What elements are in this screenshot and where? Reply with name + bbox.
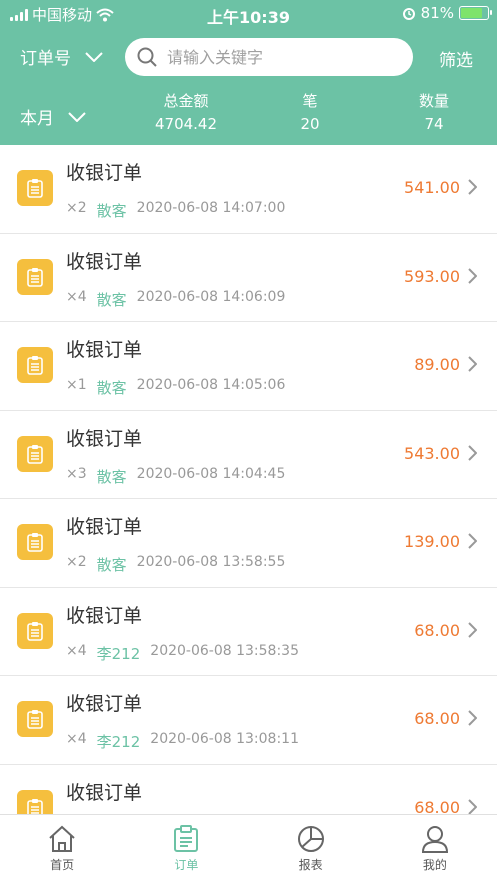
stat-total-amount: 总金额 4704.42 [136,90,236,133]
status-bar: 中国移动 上午10:39 81% [0,0,497,28]
order-amount: 541.00 [404,178,460,197]
order-datetime: 2020-06-08 13:58:35 [150,642,299,659]
order-amount: 593.00 [404,266,460,286]
order-qty: ×4 [66,642,87,659]
order-row[interactable]: 收银订单 ×2 散客 2020-06-08 14:07:00 541.00 [0,145,497,234]
tab-label: 我的 [422,858,447,872]
order-datetime: 2020-06-08 13:08:11 [150,731,299,747]
tab-home[interactable]: 首页 [0,815,124,883]
tab-label: 首页 [50,858,75,872]
stat-value: 4704.42 [154,115,218,133]
battery-percent: 81% [420,4,454,22]
order-datetime: 2020-06-08 14:05:06 [136,377,286,393]
stat-value: 74 [424,115,444,133]
stat-value: 20 [300,115,320,133]
order-datetime: 2020-06-08 14:06:09 [136,288,286,305]
order-title: 收银订单 [66,162,143,184]
stat-label: 总金额 [163,92,209,110]
order-row[interactable]: 收银订单 ×4 李212 2020-06-08 13:58:35 68.00 [0,587,497,676]
order-row[interactable]: 收银订单 ×2 散客 2020-06-08 13:58:55 139.00 [0,499,497,588]
order-title: 收银订单 [66,339,143,361]
chevron-right-icon [468,267,477,284]
order-title: 收银订单 [66,604,143,627]
order-amount: 89.00 [414,355,460,374]
order-qty: ×3 [66,465,87,482]
order-type-select[interactable]: 订单号 [20,44,103,69]
order-qty: ×2 [66,200,87,216]
chevron-right-icon [468,179,477,195]
search-input[interactable] [167,47,387,67]
header: 中国移动 上午10:39 81% 订单号 请输入关键字 筛选 本月 总金额 47… [0,0,497,145]
order-row[interactable]: 收银订单 ×3 散客 2020-06-08 14:04:45 543.00 [0,410,497,499]
chevron-right-icon [468,356,477,372]
chevron-right-icon [468,533,477,549]
order-title: 收银订单 [66,427,143,450]
stat-count: 笔 20 [270,90,350,133]
clipboard-icon [17,258,53,295]
order-customer: 散客 [96,379,127,397]
chevron-right-icon [468,444,477,461]
tab-orders[interactable]: 订单 [124,815,248,883]
period-select[interactable]: 本月 [20,104,86,129]
stat-label: 数量 [418,92,449,110]
order-row[interactable]: 收银订单 ×4 李212 2020-06-08 13:08:11 68.00 [0,676,497,765]
order-amount: 543.00 [404,443,460,463]
order-customer: 李212 [96,733,141,751]
tab-profile[interactable]: 我的 [373,815,497,883]
alarm-icon [402,8,415,20]
order-row[interactable]: 收银订单 ×1 散客 2020-06-08 14:05:06 89.00 [0,322,497,411]
chevron-right-icon [468,798,477,815]
order-title: 收银订单 [66,693,143,715]
tab-reports[interactable]: 报表 [249,815,373,883]
tab-label: 报表 [298,858,323,872]
home-icon [49,825,75,852]
order-customer: 李212 [96,644,141,663]
stat-label: 笔 [302,92,318,110]
filter-button[interactable]: 筛选 [439,46,473,71]
order-customer: 散客 [96,467,127,486]
order-datetime: 2020-06-08 13:58:55 [136,554,286,570]
order-qty: ×4 [66,731,87,747]
clipboard-icon [17,170,53,206]
order-amount: 139.00 [404,532,460,551]
order-customer: 散客 [96,290,127,309]
chevron-right-icon [468,621,477,638]
period-label: 本月 [20,109,54,129]
clipboard-icon [17,435,53,472]
order-datetime: 2020-06-08 14:04:45 [136,465,286,482]
tab-label: 订单 [174,858,199,872]
search-icon [137,47,157,67]
tab-bar: 首页 订单 报表 我的 [0,814,497,883]
order-qty: ×1 [66,377,87,393]
battery-icon [459,6,492,20]
order-icon [174,825,199,852]
chevron-right-icon [468,710,477,726]
profile-icon [421,826,448,853]
order-qty: ×4 [66,288,87,305]
order-title: 收银订单 [66,250,143,273]
order-type-label: 订单号 [20,49,71,69]
order-list: 收银订单 ×2 散客 2020-06-08 14:07:00 541.00 收银订单… [0,145,497,853]
order-amount: 68.00 [414,620,460,640]
clipboard-icon [17,701,53,737]
order-customer: 散客 [96,556,127,574]
order-customer: 散客 [96,202,127,220]
order-title: 收银订单 [66,781,143,804]
search-box[interactable] [125,38,413,76]
order-title: 收银订单 [66,516,143,538]
order-row[interactable]: 收银订单 ×4 散客 2020-06-08 14:06:09 593.00 [0,233,497,322]
order-datetime: 2020-06-08 14:07:00 [136,200,286,216]
chevron-down-icon [68,111,86,122]
stat-quantity: 数量 74 [394,90,474,133]
order-qty: ×2 [66,554,87,570]
order-amount: 68.00 [414,709,460,728]
clipboard-icon [17,347,53,383]
report-icon [297,826,324,852]
clipboard-icon [17,612,53,649]
clipboard-icon [17,524,53,560]
chevron-down-icon [85,51,103,62]
